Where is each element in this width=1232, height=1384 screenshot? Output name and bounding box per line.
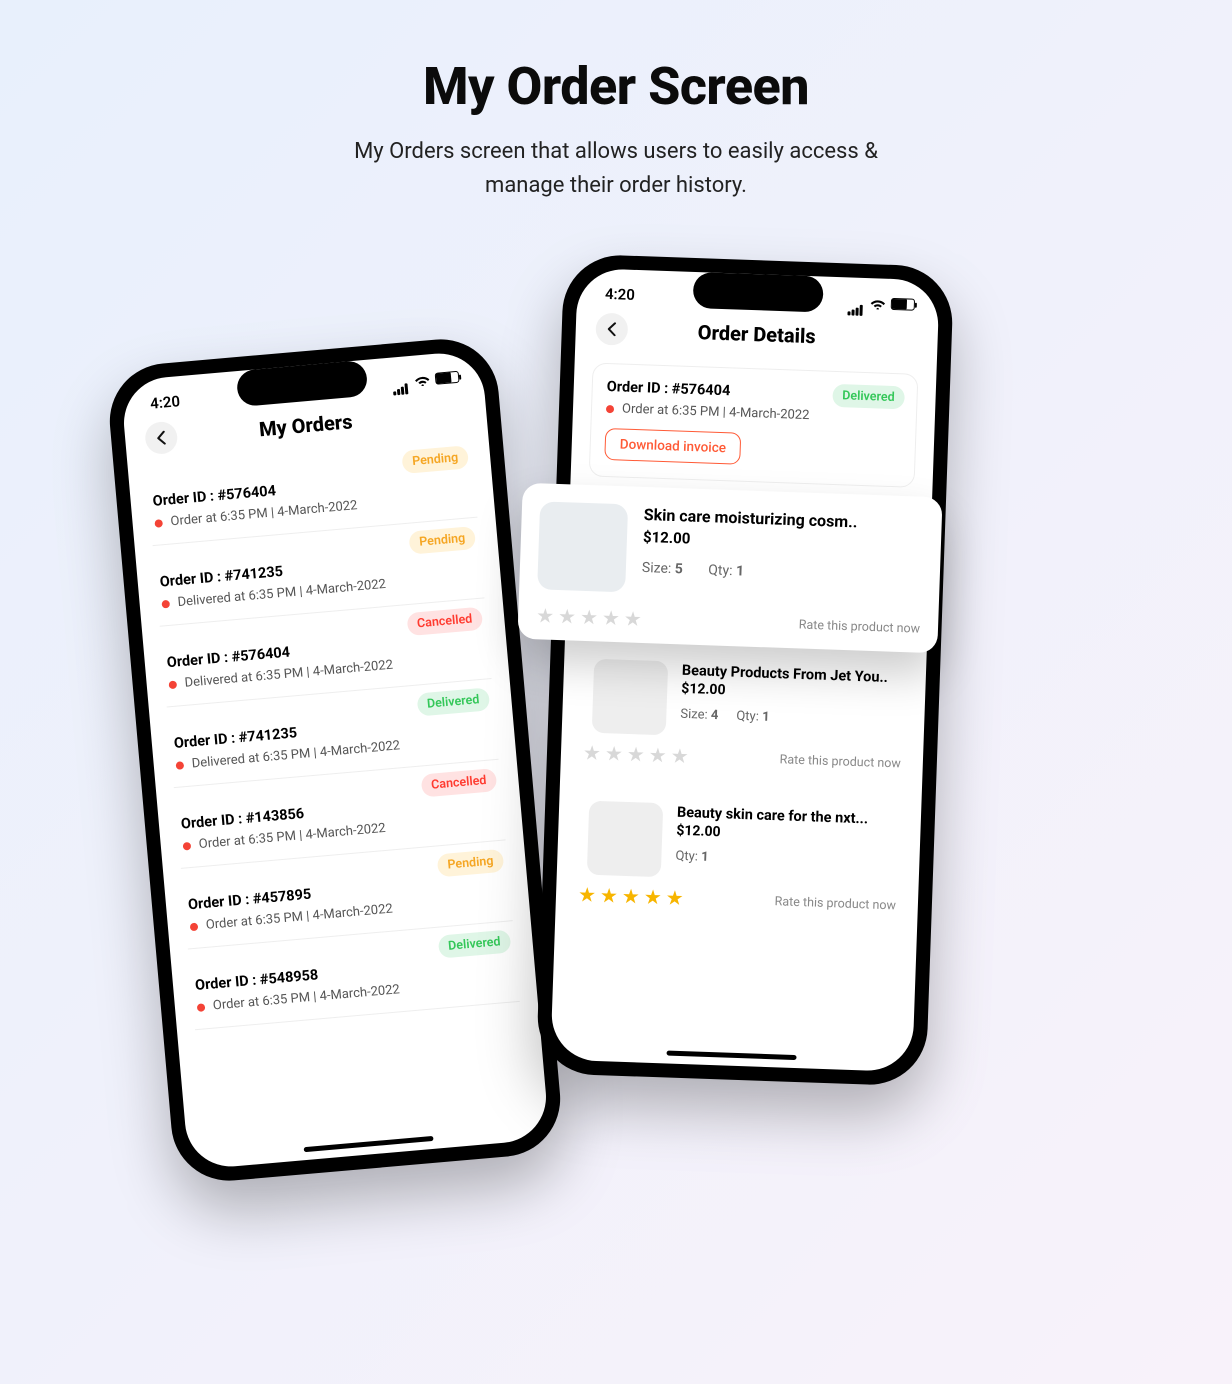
star-icon[interactable]: ★ <box>643 885 662 910</box>
status-dot-icon <box>197 1003 206 1012</box>
order-item-card[interactable]: Beauty skin care for the nxt...$12.00Qty… <box>573 788 903 923</box>
screen-title: Order Details <box>697 320 816 348</box>
order-item-card-highlight[interactable]: Skin care moisturizing cosm.. $12.00 Siz… <box>517 483 942 654</box>
star-icon[interactable]: ★ <box>621 884 640 909</box>
phone-my-orders: 4:20 My Orders PendingOrder ID : #576404… <box>105 335 565 1186</box>
battery-icon <box>435 371 460 385</box>
product-qty: Qty: 1 <box>675 849 709 865</box>
product-thumbnail <box>587 801 664 878</box>
status-dot-icon <box>176 761 185 770</box>
star-icon[interactable]: ★ <box>583 740 602 765</box>
rating-stars[interactable]: ★★★★★ <box>578 882 684 910</box>
orders-list: PendingOrder ID : #576404Order at 6:35 P… <box>128 435 538 1031</box>
home-indicator <box>304 1136 434 1152</box>
star-icon[interactable]: ★ <box>578 882 597 907</box>
page-subtitle: My Orders screen that allows users to ea… <box>0 135 1232 203</box>
status-dot-icon <box>606 404 614 412</box>
order-item-card[interactable]: Beauty Products From Jet You..$12.00Size… <box>578 646 908 781</box>
battery-icon <box>891 298 915 311</box>
order-summary-card: Delivered Order ID : #576404 Order at 6:… <box>589 362 919 487</box>
product-thumbnail <box>592 659 669 736</box>
status-dot-icon <box>154 519 163 528</box>
rate-product-link[interactable]: Rate this product now <box>779 752 901 771</box>
status-dot-icon <box>168 680 177 689</box>
star-icon[interactable]: ★ <box>626 742 645 767</box>
status-dot-icon <box>183 841 192 850</box>
signal-icon <box>848 297 865 309</box>
star-icon[interactable]: ★ <box>665 885 684 910</box>
product-size: Size: 4 <box>680 707 718 723</box>
status-time: 4:20 <box>605 285 635 304</box>
star-icon[interactable]: ★ <box>536 603 555 628</box>
home-indicator <box>666 1050 796 1060</box>
star-icon[interactable]: ★ <box>670 743 689 768</box>
status-dot-icon <box>190 922 199 931</box>
product-qty: Qty: 1 <box>736 709 770 725</box>
chevron-left-icon <box>607 322 617 336</box>
star-icon[interactable]: ★ <box>602 606 621 631</box>
download-invoice-button[interactable]: Download invoice <box>604 428 741 465</box>
status-time: 4:20 <box>149 392 180 413</box>
product-qty: Qty: 1 <box>708 562 744 579</box>
star-icon[interactable]: ★ <box>558 604 577 629</box>
status-badge: Delivered <box>832 384 905 410</box>
chevron-left-icon <box>156 431 167 446</box>
product-size: Size: 5 <box>642 560 683 577</box>
phone-order-details: 4:20 Order Details Delivered Order ID : … <box>536 253 954 1086</box>
screen-title: My Orders <box>258 409 353 441</box>
page-title: My Order Screen <box>0 56 1232 117</box>
signal-icon <box>392 376 410 388</box>
back-button[interactable] <box>144 421 179 456</box>
product-thumbnail <box>537 501 628 592</box>
rating-stars[interactable]: ★★★★★ <box>583 740 689 768</box>
star-icon[interactable]: ★ <box>648 743 667 768</box>
wifi-icon <box>414 373 431 386</box>
star-icon[interactable]: ★ <box>600 883 619 908</box>
star-icon[interactable]: ★ <box>605 741 624 766</box>
wifi-icon <box>870 297 886 310</box>
star-icon[interactable]: ★ <box>580 605 599 630</box>
star-icon[interactable]: ★ <box>624 606 643 631</box>
phone-notch <box>693 272 824 313</box>
order-time: Order at 6:35 PM | 4-March-2022 <box>622 402 810 424</box>
rate-product-link[interactable]: Rate this product now <box>774 894 896 913</box>
rating-stars[interactable]: ★ ★ ★ ★ ★ <box>536 603 642 631</box>
rate-product-link[interactable]: Rate this product now <box>799 617 921 636</box>
back-button[interactable] <box>595 313 628 346</box>
status-dot-icon <box>161 599 170 608</box>
